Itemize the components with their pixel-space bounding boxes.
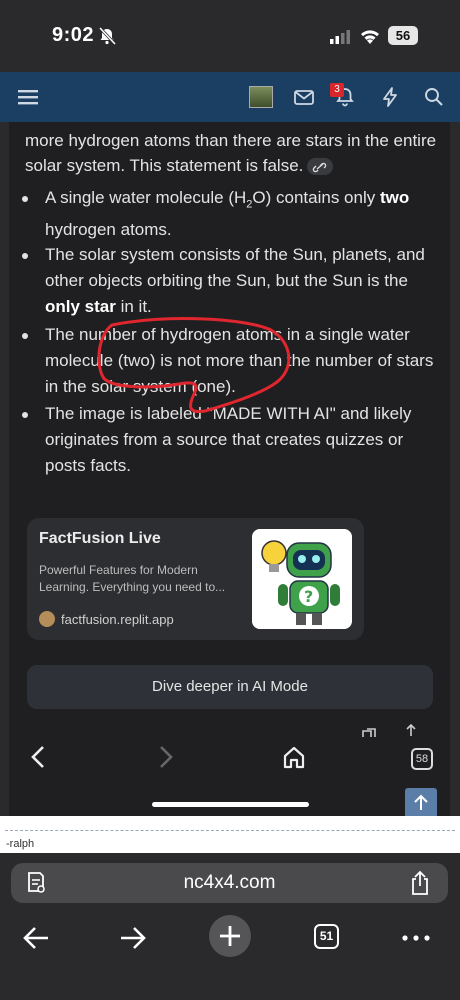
posted-screenshot: more hydrogen atoms than there are stars… bbox=[9, 122, 450, 816]
status-bar: 9:02 56 bbox=[0, 0, 460, 72]
new-tab-button[interactable] bbox=[209, 915, 251, 957]
scroll-to-top-button[interactable] bbox=[405, 788, 437, 816]
search-icon[interactable] bbox=[423, 86, 445, 108]
back-arrow-icon[interactable] bbox=[27, 744, 51, 770]
red-annotation-scribble bbox=[97, 317, 291, 414]
wifi-icon bbox=[361, 30, 379, 44]
post-caption: -ralph bbox=[6, 838, 35, 850]
back-arrow-icon[interactable] bbox=[18, 920, 54, 956]
cellular-signal-icon bbox=[330, 30, 350, 44]
source-card[interactable]: FactFusion Live Powerful Features for Mo… bbox=[27, 518, 364, 640]
mail-icon[interactable] bbox=[293, 86, 315, 108]
safari-toolbar: nc4x4.com 51 bbox=[0, 853, 460, 1000]
svg-text:?: ? bbox=[304, 587, 313, 606]
bell-slash-icon bbox=[98, 27, 116, 45]
robot-lightbulb-image: ? bbox=[252, 529, 352, 629]
notification-badge: 3 bbox=[330, 83, 344, 97]
forward-arrow-icon[interactable] bbox=[115, 920, 151, 956]
home-icon[interactable] bbox=[282, 744, 306, 770]
lightning-icon[interactable] bbox=[379, 86, 401, 108]
dive-deeper-ai-mode-button[interactable]: Dive deeper in AI Mode bbox=[27, 665, 433, 709]
address-bar[interactable]: nc4x4.com bbox=[11, 863, 448, 903]
share-icon[interactable] bbox=[403, 724, 419, 736]
user-avatar[interactable] bbox=[249, 86, 273, 108]
post-caption-area: -ralph bbox=[0, 816, 460, 853]
copy-icon[interactable] bbox=[361, 727, 379, 737]
card-title: FactFusion Live bbox=[39, 530, 161, 547]
dashed-divider bbox=[5, 830, 455, 831]
plus-icon bbox=[220, 926, 240, 946]
forward-arrow-icon[interactable] bbox=[153, 744, 177, 770]
forum-header bbox=[0, 72, 460, 122]
card-description: Powerful Features for Modern Learning. E… bbox=[39, 563, 226, 594]
battery-indicator: 56 bbox=[388, 26, 418, 45]
home-indicator bbox=[152, 802, 309, 807]
clock: 9:02 bbox=[52, 24, 95, 46]
site-favicon-icon bbox=[39, 611, 55, 627]
arrow-up-icon bbox=[414, 794, 428, 810]
hamburger-menu-icon[interactable] bbox=[17, 86, 39, 108]
share-icon[interactable] bbox=[409, 870, 431, 896]
more-options-icon[interactable] bbox=[398, 920, 434, 956]
card-site[interactable]: factfusion.replit.app bbox=[61, 612, 174, 627]
inner-tab-switcher[interactable]: 58 bbox=[411, 748, 433, 770]
url-text[interactable]: nc4x4.com bbox=[11, 872, 448, 894]
tab-switcher-button[interactable]: 51 bbox=[314, 924, 339, 949]
